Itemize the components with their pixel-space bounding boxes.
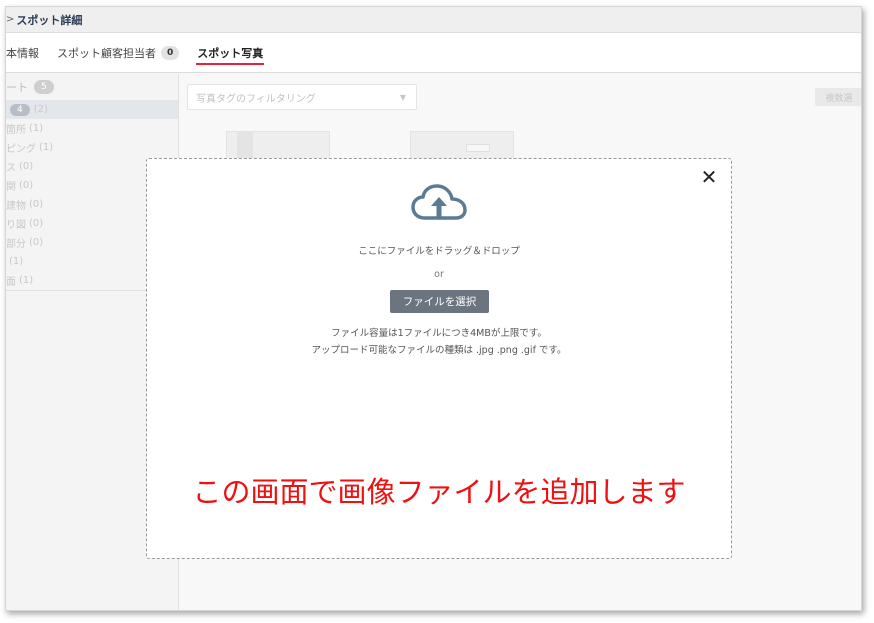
sidebar-header-label: ート (6, 81, 28, 94)
tab-label: スポット写真 (197, 46, 264, 60)
tag-label: 箇所 (6, 125, 26, 136)
tab-label: スポット顧客担当者 (57, 46, 156, 60)
tag-item[interactable]: ピング (1) (6, 138, 178, 157)
tag-count-badge: 4 (10, 103, 30, 116)
filter-placeholder: 写真タグのフィルタリング (196, 93, 316, 105)
file-size-note: ファイル容量は1ファイルにつき4MBが上限です。 (331, 328, 547, 339)
or-text: or (434, 269, 444, 280)
tag-label: (2) (33, 104, 48, 115)
breadcrumb-arrow: > (6, 14, 15, 25)
file-type-note: アップロード可能なファイルの種類は .jpg .png .gif です。 (311, 345, 567, 356)
tag-filter-select[interactable]: 写真タグのフィルタリング ▼ (187, 84, 417, 110)
tab-label: 本情報 (6, 46, 39, 60)
close-icon[interactable]: ✕ (699, 167, 719, 187)
tag-label: 建物 (6, 201, 26, 212)
tag-count: (0) (19, 180, 34, 191)
tag-label: 部分 (6, 239, 26, 250)
tag-count: (1) (9, 256, 24, 267)
sidebar-header-count: 5 (34, 80, 54, 94)
tag-label: ピング (6, 144, 36, 155)
tag-count: (1) (19, 275, 34, 286)
page-header: > スポット詳細 (6, 7, 861, 33)
sidebar-header: ート 5 (6, 74, 178, 100)
tag-item[interactable]: 4 (2) (6, 100, 178, 119)
tag-label: ス (6, 163, 16, 174)
tag-count: (0) (29, 237, 44, 248)
tab-spot-contacts[interactable]: スポット顧客担当者 0 (57, 33, 180, 73)
tag-count: (0) (19, 161, 34, 172)
select-file-button[interactable]: ファイルを選択 (390, 290, 489, 313)
tab-bar: 本情報 スポット顧客担当者 0 スポット写真 (6, 33, 861, 73)
tag-label: 関 (6, 182, 16, 193)
drag-drop-text: ここにファイルをドラッグ＆ドロップ (358, 246, 520, 257)
tag-item[interactable]: 箇所 (1) (6, 119, 178, 138)
tab-basic-info[interactable]: 本情報 (6, 33, 39, 73)
tag-label: 面 (6, 277, 16, 288)
chevron-down-icon: ▼ (399, 93, 406, 102)
tab-count-badge: 0 (161, 45, 180, 60)
tag-count: (1) (29, 123, 44, 134)
cloud-upload-icon (411, 184, 467, 220)
annotation-caption: この画面で画像ファイルを追加します (192, 475, 686, 509)
tag-count: (0) (29, 218, 44, 229)
tag-label: り図 (6, 220, 26, 231)
tag-count: (1) (39, 142, 54, 153)
tab-spot-photos[interactable]: スポット写真 (196, 33, 265, 73)
tag-count: (0) (29, 199, 44, 210)
multi-select-button[interactable]: 複数選 (815, 88, 861, 106)
file-dropzone[interactable]: ✕ ここにファイルをドラッグ＆ドロップ or ファイルを選択 ファイル容量は1フ… (146, 158, 732, 559)
page-title: スポット詳細 (16, 13, 83, 27)
